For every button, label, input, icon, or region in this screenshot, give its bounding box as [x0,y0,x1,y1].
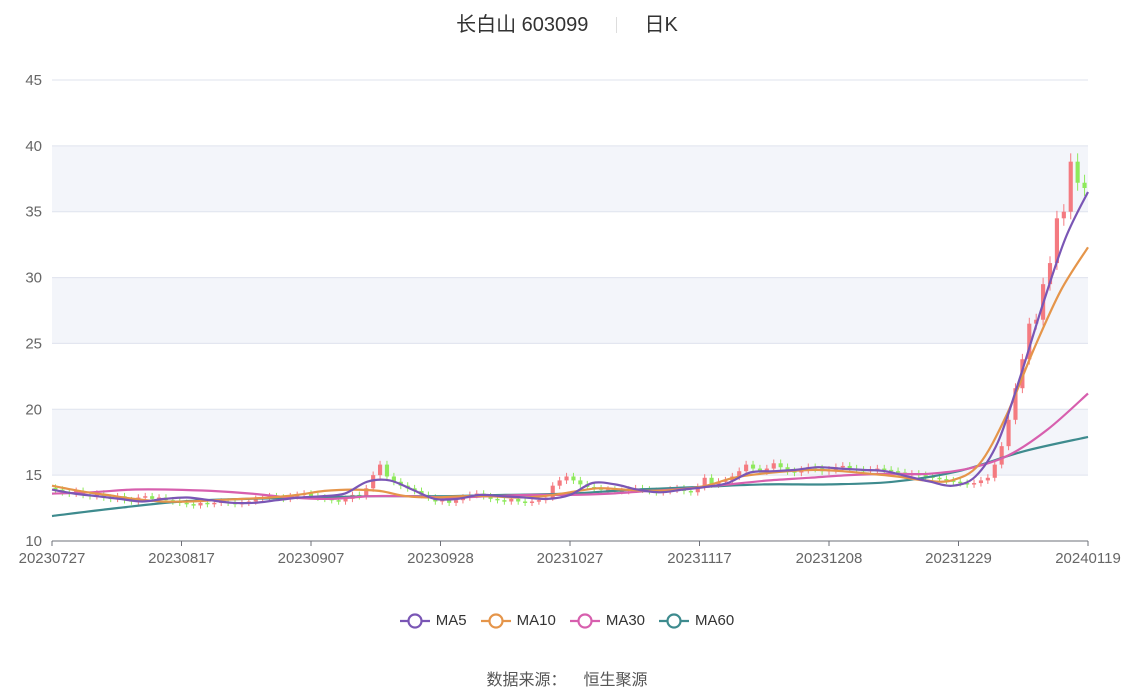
y-tick-label: 15 [25,467,42,484]
y-tick-label: 20 [25,401,42,418]
candle-body [771,463,776,469]
candle-body [184,502,189,505]
candle-body [529,501,535,503]
legend-marker-icon [480,612,511,629]
candlestick [1068,153,1073,220]
candle-body [205,502,210,505]
candlestick-chart: 10 15 20 25 30 35 40 45 20230727 20230817 20230907… [19,72,1121,567]
candlestick [971,479,977,488]
candle-body [453,500,459,503]
candle-body [212,502,217,505]
candlestick [578,476,583,488]
candle-body [1082,182,1087,189]
candle-body [958,481,963,484]
x-tick-label: 20240119 [1055,550,1121,567]
x-tick-label: 20230907 [278,550,345,567]
legend-label: MA10 [516,612,556,629]
candle-body [937,477,942,480]
y-tick-label: 30 [25,270,42,287]
candle-body [516,498,521,502]
candlestick [523,498,528,507]
x-tick-label: 20231208 [796,550,863,567]
x-tick-label: 20231027 [537,550,604,567]
candle-body [992,464,997,478]
y-tick-label: 35 [25,204,42,221]
legend-marker-icon [569,612,600,629]
grid-band [52,409,1088,476]
candle-body [523,501,528,503]
x-tick-label: 20230727 [19,550,86,567]
candle-body [999,446,1004,465]
candle-body [978,480,984,484]
candlestick [695,483,700,496]
candle-body [571,476,576,481]
y-tick-label: 45 [25,72,42,89]
legend-item-ma30[interactable]: MA30 [569,612,646,629]
candle-body [336,500,341,502]
candle-body [750,464,756,469]
x-tick-label: 20231117 [667,550,732,567]
grid-band [52,277,1088,344]
candle-body [985,477,990,481]
y-tick-label: 25 [25,335,42,352]
x-tick-label: 20230928 [407,550,474,567]
candle-body [495,498,500,501]
grid-band [52,145,1088,212]
candle-body [564,476,569,481]
candlestick [529,498,535,507]
legend-marker-icon [659,612,690,629]
candle-body [143,496,148,498]
legend-item-ma60[interactable]: MA60 [659,612,734,629]
candlestick [985,474,990,484]
candle-body [1061,211,1066,219]
candle-body [377,464,383,476]
candlestick [978,476,984,487]
candle-body [191,504,196,506]
candle-body [150,496,155,499]
candle-body [778,463,783,468]
candle-body [384,464,390,477]
legend-label: MA60 [695,612,735,629]
chart-legend: MA5 MA10 MA30 MA60 [0,612,1134,633]
legend-label: MA5 [435,612,467,629]
legend-item-ma10[interactable]: MA10 [480,612,556,629]
candle-body [509,498,514,502]
y-tick-label: 40 [25,138,42,155]
candlestick [557,476,562,490]
source-label: 数据来源： [486,672,567,689]
x-tick-label: 20230817 [148,550,215,567]
candle-body [840,465,845,468]
candle-body [744,464,749,472]
candle-body [895,471,901,473]
candlestick [944,475,949,484]
legend-marker-icon [399,612,430,629]
legend-item-ma5[interactable]: MA5 [399,612,467,629]
data-source: 数据来源： 恒生聚源 [0,666,1134,690]
candle-body [557,480,562,486]
candle-body [971,483,977,485]
y-tick-label: 10 [25,533,42,550]
candle-body [502,500,507,502]
candle-body [1068,161,1073,212]
candle-body [1006,419,1011,447]
legend-label: MA30 [605,612,646,629]
candle-body [688,490,693,493]
candle-body [578,480,583,485]
candle-body [198,502,203,506]
candle-body [536,500,541,502]
candle-body [1075,161,1080,183]
x-tick-label: 20231229 [925,550,992,567]
source-value: 恒生聚源 [583,672,648,689]
